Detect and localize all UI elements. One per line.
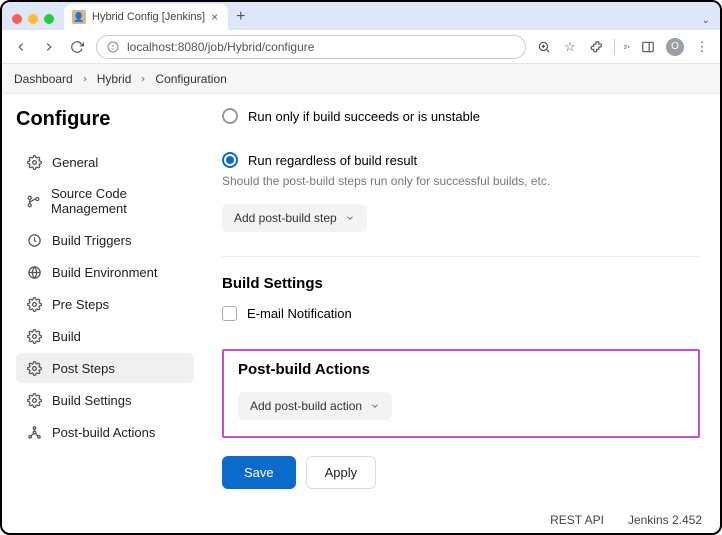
browser-tabstrip: 👤 Hybrid Config [Jenkins] × + ⌄	[2, 2, 720, 30]
gear-icon	[26, 360, 42, 376]
bookmark-star-icon[interactable]: ☆	[562, 39, 578, 55]
browser-tab[interactable]: 👤 Hybrid Config [Jenkins] ×	[64, 4, 228, 30]
sidebar-item-build-settings[interactable]: Build Settings	[16, 385, 194, 415]
sidebar-item-general[interactable]: General	[16, 147, 194, 177]
address-bar[interactable]: localhost:8080/job/Hybrid/configure	[96, 35, 526, 59]
sidebar-item-label: General	[52, 155, 98, 170]
sidebar-item-build-environment[interactable]: Build Environment	[16, 257, 194, 287]
checkbox-icon	[222, 306, 237, 321]
jenkins-favicon: 👤	[72, 10, 86, 24]
radio-label: Run only if build succeeds or is unstabl…	[248, 109, 480, 124]
save-button[interactable]: Save	[222, 456, 296, 489]
sidebar-item-label: Build	[52, 329, 81, 344]
maximize-window-button[interactable]	[44, 14, 54, 24]
radio-option-succeeds-unstable[interactable]: Run only if build succeeds or is unstabl…	[222, 108, 700, 124]
rest-api-link[interactable]: REST API	[550, 513, 604, 527]
build-settings-heading: Build Settings	[222, 275, 700, 292]
clock-icon	[26, 232, 42, 248]
breadcrumb-item[interactable]: Hybrid	[97, 72, 132, 86]
tabs-dropdown-icon[interactable]: ⌄	[702, 15, 710, 30]
sidebar-item-build[interactable]: Build	[16, 321, 194, 351]
network-icon	[26, 424, 42, 440]
browser-menu-icon[interactable]: ⋮	[694, 39, 710, 55]
sidebar-item-label: Pre Steps	[52, 297, 109, 312]
jenkins-version: Jenkins 2.452	[628, 513, 702, 527]
sidebar-item-post-steps[interactable]: Post Steps	[16, 353, 194, 383]
breadcrumb-item[interactable]: Dashboard	[14, 72, 73, 86]
new-tab-button[interactable]: +	[228, 8, 253, 30]
apply-button[interactable]: Apply	[306, 456, 377, 489]
breadcrumb: Dashboard Hybrid Configuration	[2, 64, 720, 94]
radio-option-regardless[interactable]: Run regardless of build result	[222, 152, 700, 168]
chevron-right-icon	[81, 75, 89, 83]
site-info-icon[interactable]	[107, 41, 119, 53]
button-label: Add post-build step	[234, 211, 337, 225]
profile-avatar[interactable]: O	[666, 38, 684, 56]
back-button[interactable]	[12, 38, 30, 56]
chevron-right-icon	[139, 75, 147, 83]
chevron-down-icon	[370, 401, 380, 411]
footer: REST API Jenkins 2.452	[2, 509, 720, 533]
close-tab-icon[interactable]: ×	[211, 10, 218, 24]
sidebar-item-label: Source Code Management	[51, 186, 184, 216]
zoom-icon[interactable]	[536, 39, 552, 55]
add-post-build-action-button[interactable]: Add post-build action	[238, 392, 392, 420]
sidebar-item-label: Build Triggers	[52, 233, 131, 248]
close-window-button[interactable]	[12, 14, 22, 24]
window-controls	[8, 14, 60, 30]
radio-icon	[222, 108, 238, 124]
reading-list-icon[interactable]	[614, 39, 630, 55]
tab-title: Hybrid Config [Jenkins]	[92, 11, 205, 23]
url-text: localhost:8080/job/Hybrid/configure	[127, 40, 314, 54]
globe-icon	[26, 264, 42, 280]
branch-icon	[26, 193, 41, 209]
extensions-icon[interactable]	[588, 39, 604, 55]
checkbox-label: E-mail Notification	[247, 306, 352, 321]
forward-button[interactable]	[40, 38, 58, 56]
sidebar-item-label: Build Settings	[52, 393, 132, 408]
add-post-build-step-button[interactable]: Add post-build step	[222, 204, 367, 232]
main-content: Run only if build succeeds or is unstabl…	[202, 94, 720, 509]
sidebar-item-build-triggers[interactable]: Build Triggers	[16, 225, 194, 255]
sidebar-item-label: Post-build Actions	[52, 425, 155, 440]
sidebar-item-label: Post Steps	[52, 361, 115, 376]
post-build-actions-heading: Post-build Actions	[238, 361, 684, 378]
breadcrumb-item[interactable]: Configuration	[155, 72, 226, 86]
sidebar-item-pre-steps[interactable]: Pre Steps	[16, 289, 194, 319]
radio-label: Run regardless of build result	[248, 153, 417, 168]
gear-icon	[26, 296, 42, 312]
gear-icon	[26, 154, 42, 170]
minimize-window-button[interactable]	[28, 14, 38, 24]
sidebar-item-source-code-management[interactable]: Source Code Management	[16, 179, 194, 223]
gear-icon	[26, 328, 42, 344]
post-build-actions-section: Post-build Actions Add post-build action	[222, 349, 700, 438]
form-actions: Save Apply	[222, 456, 700, 489]
helper-text: Should the post-build steps run only for…	[222, 174, 700, 188]
sidebar: Configure General Source Code Management B…	[2, 94, 202, 509]
radio-icon	[222, 152, 238, 168]
reload-button[interactable]	[68, 38, 86, 56]
side-panel-icon[interactable]	[640, 39, 656, 55]
gear-icon	[26, 392, 42, 408]
button-label: Add post-build action	[250, 399, 362, 413]
sidebar-item-label: Build Environment	[52, 265, 158, 280]
email-notification-checkbox[interactable]: E-mail Notification	[222, 306, 700, 321]
divider	[222, 256, 700, 257]
chevron-down-icon	[345, 213, 355, 223]
sidebar-item-post-build-actions[interactable]: Post-build Actions	[16, 417, 194, 447]
page-title: Configure	[16, 108, 194, 131]
browser-toolbar: localhost:8080/job/Hybrid/configure ☆ O …	[2, 30, 720, 64]
